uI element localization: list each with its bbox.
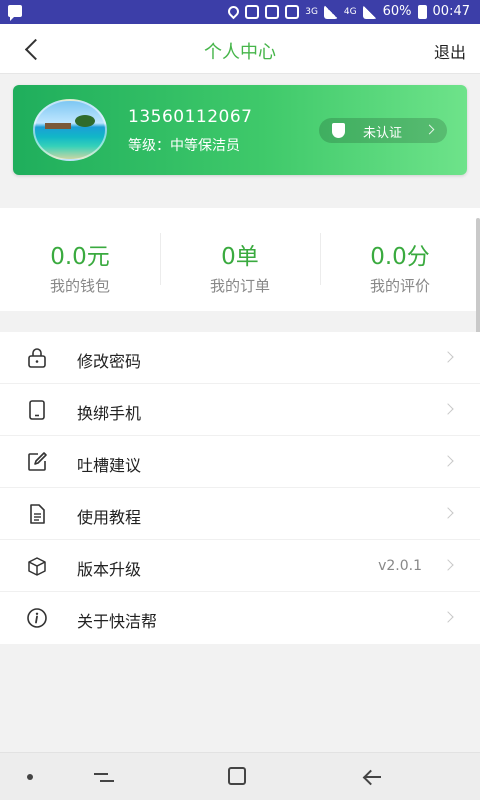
menu-item-tutorial[interactable]: 使用教程 <box>0 488 480 540</box>
header: 个人中心 退出 <box>0 24 480 74</box>
status-icons: 3G 4G 60% 00:47 <box>225 3 470 20</box>
ratings-label: 我的评价 <box>369 277 430 295</box>
tablet-icon <box>29 400 45 420</box>
chevron-right-icon <box>442 455 454 467</box>
menu-item-change-password[interactable]: 修改密码 <box>0 332 480 384</box>
avatar-palm-decor <box>75 115 95 127</box>
page-title: 个人中心 <box>204 42 276 63</box>
chevron-right-icon <box>442 403 454 415</box>
logout-button[interactable]: 退出 <box>434 39 466 63</box>
verify-status-button[interactable]: 未认证 <box>319 118 447 143</box>
chevron-right-icon <box>442 559 454 571</box>
package-icon <box>28 557 46 576</box>
edit-icon <box>28 452 47 471</box>
menu-label: 关于快洁帮 <box>77 612 158 631</box>
user-level: 等级：中等保洁员 <box>128 138 240 154</box>
system-nav-bar <box>0 752 480 800</box>
chevron-right-icon <box>442 507 454 519</box>
status-bar: 3G 4G 60% 00:47 <box>0 0 480 24</box>
chevron-right-icon <box>442 611 454 623</box>
menu-label: 使用教程 <box>77 508 142 527</box>
avatar[interactable] <box>33 99 107 161</box>
chevron-right-icon <box>424 124 435 135</box>
verify-status-label: 未认证 <box>363 126 403 141</box>
wifi-icon <box>285 4 300 19</box>
nfc-icon <box>245 4 260 19</box>
wallet-value: 0.0元 <box>50 244 110 270</box>
status-time: 00:47 <box>432 4 470 19</box>
orders-value: 0单 <box>221 244 259 270</box>
nav-dot-icon[interactable] <box>27 774 33 780</box>
message-notification-icon <box>8 5 22 21</box>
info-icon <box>27 608 47 628</box>
home-icon[interactable] <box>228 767 246 785</box>
menu-item-about[interactable]: 关于快洁帮 <box>0 592 480 644</box>
version-number: v2.0.1 <box>378 558 422 574</box>
alarm-icon <box>265 4 280 19</box>
menu-label: 换绑手机 <box>77 404 142 423</box>
orders-label: 我的订单 <box>209 277 270 295</box>
battery-icon <box>417 4 427 19</box>
battery-percent: 60% <box>382 4 412 19</box>
lock-icon <box>28 348 46 368</box>
network-3g-label: 3G <box>305 6 318 17</box>
menu-item-change-phone[interactable]: 换绑手机 <box>0 384 480 436</box>
signal-icon <box>323 4 338 19</box>
profile-card[interactable]: 13560112067 等级：中等保洁员 未认证 <box>13 85 467 175</box>
recent-apps-icon[interactable] <box>94 769 114 785</box>
stat-wallet[interactable]: 0.0元 我的钱包 <box>0 208 160 311</box>
document-icon <box>30 504 45 524</box>
user-phone: 13560112067 <box>128 107 253 127</box>
chevron-right-icon <box>442 351 454 363</box>
avatar-hut-decor <box>45 123 71 129</box>
stat-ratings[interactable]: 0.0分 我的评价 <box>320 208 480 311</box>
shield-icon <box>332 123 345 138</box>
settings-menu: 修改密码 换绑手机 吐槽建议 使用教程 版本升级 v2.0.1 关于快洁帮 <box>0 332 480 644</box>
signal-icon-2 <box>362 4 377 19</box>
network-4g-label: 4G <box>343 6 357 17</box>
back-icon[interactable] <box>362 768 382 786</box>
menu-item-version-upgrade[interactable]: 版本升级 v2.0.1 <box>0 540 480 592</box>
wallet-label: 我的钱包 <box>49 277 110 295</box>
menu-item-feedback[interactable]: 吐槽建议 <box>0 436 480 488</box>
location-icon <box>225 3 242 20</box>
menu-label: 修改密码 <box>77 352 142 371</box>
menu-label: 版本升级 <box>77 560 142 579</box>
stats-panel: 0.0元 我的钱包 0单 我的订单 0.0分 我的评价 <box>0 208 480 311</box>
ratings-value: 0.0分 <box>370 244 430 270</box>
stat-orders[interactable]: 0单 我的订单 <box>160 208 320 311</box>
menu-label: 吐槽建议 <box>77 456 142 475</box>
